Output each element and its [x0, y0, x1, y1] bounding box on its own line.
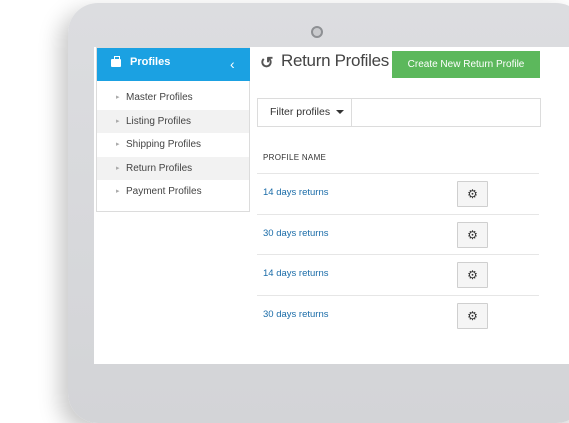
column-header-profile-name: PROFILE NAME — [263, 153, 327, 162]
refresh-icon: ↺ — [260, 55, 274, 72]
page-title: Return Profiles — [281, 51, 389, 70]
profile-name-link[interactable]: 30 days returns — [263, 309, 328, 320]
profile-name-link[interactable]: 30 days returns — [263, 228, 328, 239]
briefcase-icon — [111, 56, 121, 67]
gear-icon[interactable]: ⚙ — [457, 302, 488, 329]
sidebar-item-label: Payment Profiles — [126, 186, 202, 197]
chevron-left-icon[interactable]: ‹ — [230, 56, 235, 72]
sidebar-item-master-profiles[interactable]: ▸ Master Profiles — [97, 86, 249, 110]
sidebar-title: Profiles — [130, 56, 171, 68]
sidebar-header[interactable]: Profiles — [97, 48, 222, 81]
sidebar-list: ▸ Master Profiles ▸ Listing Profiles ▸ S… — [97, 86, 249, 204]
caret-right-icon: ▸ — [116, 94, 120, 101]
sidebar-item-return-profiles[interactable]: ▸ Return Profiles — [97, 156, 249, 180]
filter-bar: Filter profiles — [257, 98, 541, 127]
sidebar-item-label: Shipping Profiles — [126, 139, 202, 150]
table-row: 14 days returns ⚙ — [257, 254, 539, 295]
sidebar-item-listing-profiles[interactable]: ▸ Listing Profiles — [97, 109, 249, 133]
caret-right-icon: ▸ — [116, 117, 120, 125]
caret-right-icon: ▸ — [116, 141, 120, 148]
gear-icon[interactable]: ⚙ — [457, 221, 488, 248]
filter-profiles-dropdown[interactable]: Filter profiles — [258, 99, 352, 126]
profiles-sidebar: Profiles ‹ ▸ Master Profiles ▸ Listing P… — [96, 47, 250, 212]
filter-label: Filter profiles — [270, 106, 331, 118]
caret-right-icon: ▸ — [116, 164, 120, 172]
profiles-table: 14 days returns ⚙ 30 days returns ⚙ 14 d… — [257, 173, 539, 335]
table-row: 14 days returns ⚙ — [257, 173, 539, 214]
caret-down-icon — [336, 110, 345, 115]
sidebar-item-label: Listing Profiles — [126, 115, 192, 127]
profile-name-link[interactable]: 14 days returns — [263, 268, 328, 279]
camera-icon — [311, 26, 323, 38]
gear-icon[interactable]: ⚙ — [457, 262, 488, 288]
profile-name-link[interactable]: 14 days returns — [263, 187, 328, 198]
table-row: 30 days returns ⚙ — [257, 294, 539, 336]
screen: Profiles ‹ ▸ Master Profiles ▸ Listing P… — [94, 47, 569, 364]
sidebar-item-label: Master Profiles — [126, 92, 193, 103]
sidebar-item-label: Return Profiles — [126, 162, 193, 174]
sidebar-item-payment-profiles[interactable]: ▸ Payment Profiles — [97, 180, 249, 204]
caret-right-icon: ▸ — [116, 188, 120, 195]
sidebar-item-shipping-profiles[interactable]: ▸ Shipping Profiles — [97, 133, 249, 157]
gear-icon[interactable]: ⚙ — [457, 181, 488, 207]
table-row: 30 days returns ⚙ — [257, 213, 539, 255]
create-new-return-profile-button[interactable]: Create New Return Profile — [392, 51, 540, 78]
sidebar-header-extension: ‹ — [222, 48, 250, 81]
